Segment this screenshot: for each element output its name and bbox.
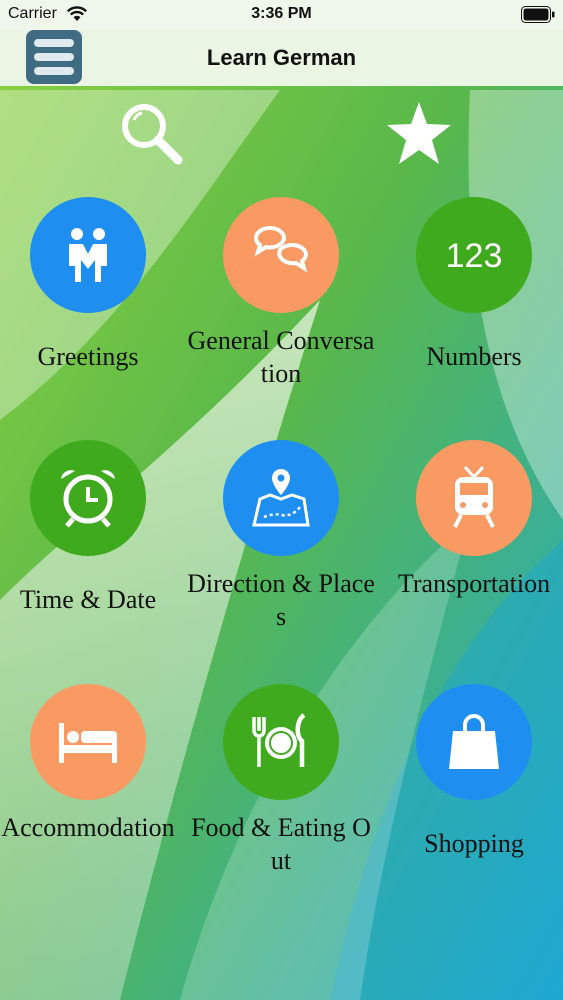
category-time-and-date[interactable]: Time & Date [0,440,182,660]
category-label: Direction & Places [187,569,375,631]
status-time: 3:36 PM [251,5,312,22]
chat-bubbles-icon [223,197,339,313]
category-label: Greetings [37,342,139,371]
handshake-people-icon [30,197,146,313]
category-shopping[interactable]: Shopping [380,684,563,904]
category-general-conversation[interactable]: General Conversation [187,197,375,417]
navigation-bar: Learn German [0,30,563,86]
numbers-123-icon: 123 [416,197,532,313]
bed-icon [30,684,146,800]
svg-text:123: 123 [446,237,503,275]
category-accommodation[interactable]: Accommodation [0,684,182,904]
category-label: Numbers [426,342,522,371]
category-label: General Conversation [187,326,375,388]
train-icon [416,440,532,556]
category-transportation[interactable]: Transportation [380,440,563,660]
magnifier-icon[interactable] [118,100,186,168]
alarm-clock-icon [30,440,146,556]
fork-plate-knife-icon [223,684,339,800]
category-label: Time & Date [19,585,157,614]
page-title: Learn German [206,45,357,70]
battery-icon [521,6,555,23]
status-bar: Carrier 3:36 PM [0,0,563,30]
category-label: Shopping [424,829,524,858]
shopping-bag-icon [416,684,532,800]
category-label: Food & Eating Out [191,813,371,875]
category-food-and-eating-out[interactable]: Food & Eating Out [187,684,375,904]
category-numbers[interactable]: 123 Numbers [380,197,563,417]
category-direction-and-places[interactable]: Direction & Places [187,440,375,660]
category-label: Accommodation [1,813,175,842]
map-pin-icon [223,440,339,556]
category-greetings[interactable]: Greetings [0,197,182,417]
star-icon[interactable] [385,100,453,166]
category-label: Transportation [397,569,551,598]
